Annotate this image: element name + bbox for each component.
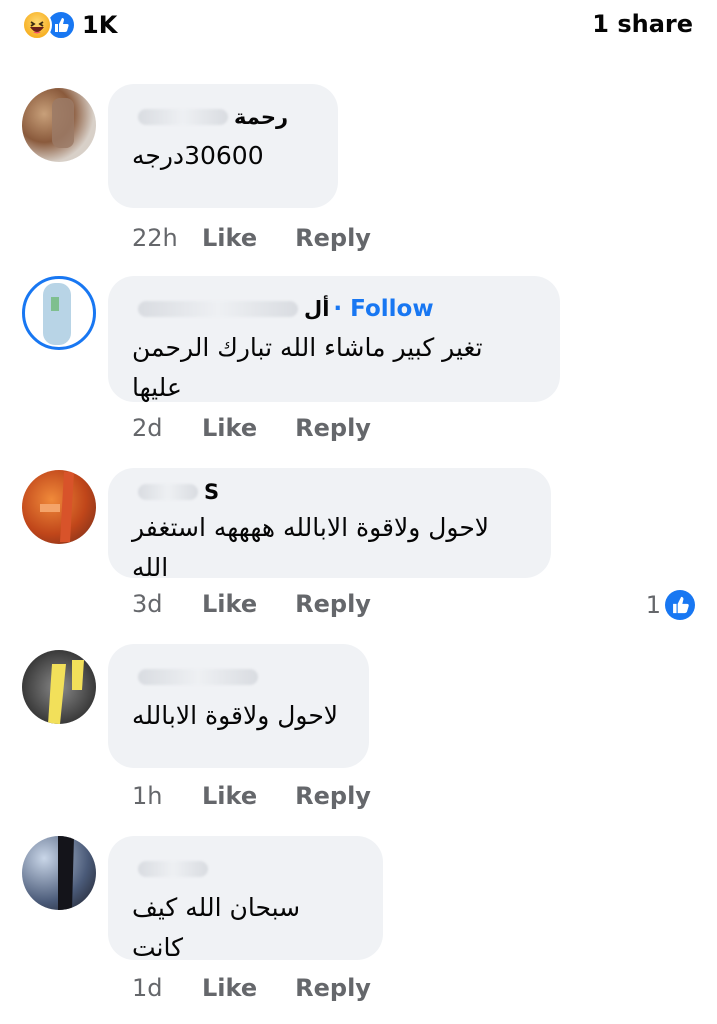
reaction-count[interactable]: 1K — [82, 11, 117, 39]
haha-icon — [22, 10, 52, 40]
avatar[interactable] — [22, 836, 96, 910]
comment-author[interactable] — [132, 658, 345, 696]
comment-timestamp[interactable]: 1h — [132, 782, 180, 810]
post-stats-bar: 1K 1 share — [0, 0, 717, 52]
comment-bubble[interactable]: لاحول ولاقوة الابالله — [108, 644, 369, 768]
comment-actions: 1h Like Reply — [132, 782, 371, 810]
comment-timestamp[interactable]: 2d — [132, 414, 180, 442]
author-name[interactable]: أل — [304, 297, 329, 321]
reactions-summary[interactable]: 1K — [22, 10, 117, 40]
comment-reaction-count[interactable]: 1 — [646, 590, 695, 620]
redacted-name — [138, 861, 208, 877]
reply-button[interactable]: Reply — [295, 590, 371, 618]
like-button[interactable]: Like — [202, 414, 257, 442]
like-button[interactable]: Like — [202, 782, 257, 810]
comment-actions: 3d Like Reply — [132, 590, 371, 618]
redacted-name — [138, 484, 198, 500]
avatar[interactable] — [22, 650, 96, 724]
author-name[interactable]: S — [204, 480, 219, 504]
comment-bubble[interactable]: · Follow أل تغير كبير ماشاء الله تبارك ا… — [108, 276, 560, 402]
comment-actions: 2d Like Reply — [132, 414, 371, 442]
avatar[interactable] — [22, 276, 96, 350]
reaction-number: 1 — [645, 591, 661, 619]
share-count[interactable]: 1 share — [592, 10, 693, 38]
comment-timestamp[interactable]: 22h — [132, 224, 180, 252]
comment-bubble[interactable]: S لاحول ولاقوة الابالله ههههه استغفر الل… — [108, 468, 551, 582]
avatar[interactable] — [22, 88, 96, 162]
like-button[interactable]: Like — [202, 224, 257, 252]
like-button[interactable]: Like — [202, 590, 257, 618]
comment-text: لاحول ولاقوة الابالله — [132, 701, 339, 730]
comment-author[interactable] — [132, 850, 359, 888]
comment-timestamp[interactable]: 1d — [132, 974, 180, 1002]
redacted-name — [138, 301, 298, 317]
comment-timestamp[interactable]: 3d — [132, 590, 180, 618]
comment-text: لاحول ولاقوة الابالله ههههه استغفر الله — [132, 513, 490, 582]
comment-actions: 22h Like Reply — [132, 224, 371, 252]
comment-text: سبحان الله كيف كانت — [132, 893, 301, 962]
comment-author[interactable]: رحمة — [132, 98, 314, 136]
comment-author[interactable]: · Follow أل — [132, 290, 536, 328]
comment-text: 30600درجه — [132, 141, 264, 170]
follow-button[interactable]: · Follow — [333, 296, 433, 322]
comment-bubble[interactable]: رحمة 30600درجه — [108, 84, 338, 208]
author-name[interactable]: رحمة — [234, 105, 288, 129]
reply-button[interactable]: Reply — [295, 224, 371, 252]
reply-button[interactable]: Reply — [295, 974, 371, 1002]
comment-bubble[interactable]: سبحان الله كيف كانت — [108, 836, 383, 962]
reply-button[interactable]: Reply — [295, 782, 371, 810]
redacted-name — [138, 669, 258, 685]
redacted-name — [138, 109, 228, 125]
comment-actions: 1d Like Reply — [132, 974, 371, 1002]
like-icon — [665, 590, 695, 620]
reply-button[interactable]: Reply — [295, 414, 371, 442]
like-button[interactable]: Like — [202, 974, 257, 1002]
avatar[interactable] — [22, 470, 96, 544]
comment-author[interactable]: S — [132, 476, 527, 508]
comment-text: تغير كبير ماشاء الله تبارك الرحمن عليها — [132, 333, 483, 402]
